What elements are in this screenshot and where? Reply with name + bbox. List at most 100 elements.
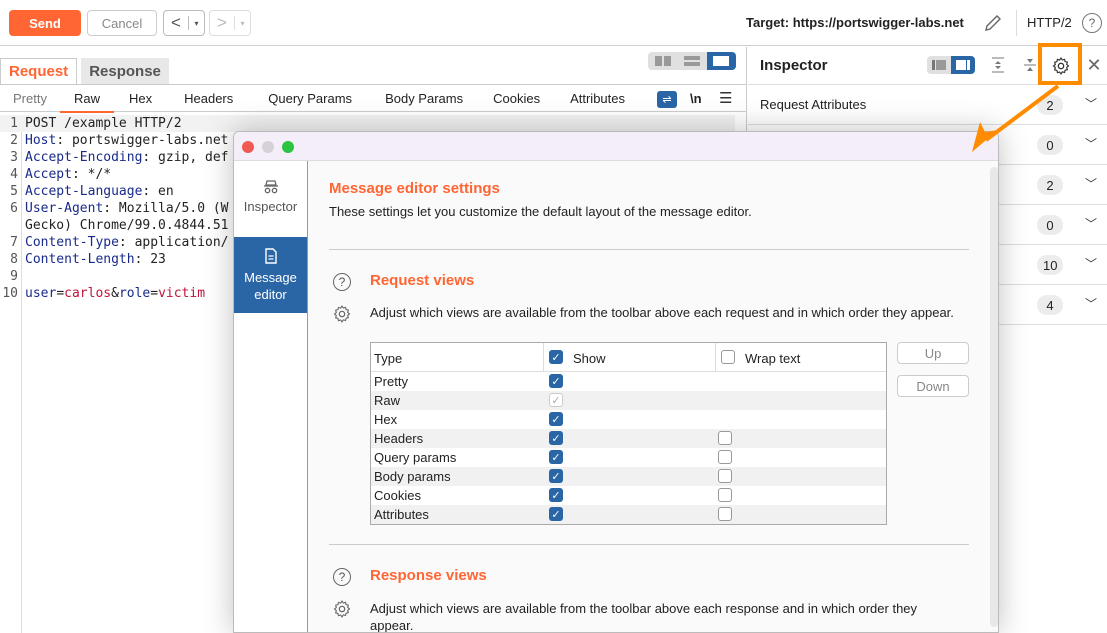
- dialog-titlebar: [234, 132, 998, 161]
- forward-arrow-icon: >: [217, 13, 227, 32]
- table-row[interactable]: Headers ✓: [371, 429, 886, 448]
- tab-cookies[interactable]: Cookies: [478, 84, 555, 112]
- cancel-button[interactable]: Cancel: [87, 10, 157, 36]
- show-checkbox[interactable]: ✓: [549, 412, 563, 426]
- divider: [329, 544, 969, 545]
- header-key: Host: [25, 133, 57, 148]
- count-badge: 4: [1037, 295, 1063, 315]
- tab-raw[interactable]: Raw: [59, 84, 114, 113]
- header-value: : application/: [118, 235, 229, 250]
- sidebar-item-inspector[interactable]: Inspector: [234, 179, 307, 229]
- table-row[interactable]: Raw ✓: [371, 391, 886, 410]
- divider: [329, 249, 969, 250]
- dock-right-button[interactable]: [951, 56, 975, 74]
- move-up-button[interactable]: Up: [897, 342, 969, 364]
- wrap-all-checkbox[interactable]: [721, 350, 735, 364]
- minimize-window-button[interactable]: [262, 141, 274, 153]
- table-row[interactable]: Body params ✓: [371, 467, 886, 486]
- tab-response[interactable]: Response: [81, 58, 169, 84]
- help-icon[interactable]: ?: [333, 568, 351, 586]
- send-button[interactable]: Send: [9, 10, 81, 36]
- chevron-down-icon[interactable]: ﹀: [1085, 255, 1097, 272]
- show-newlines-icon[interactable]: \n: [690, 91, 702, 106]
- layout-stacked-button[interactable]: [677, 52, 706, 70]
- header-key: Accept-Language: [25, 184, 143, 199]
- maximize-window-button[interactable]: [282, 141, 294, 153]
- show-checkbox[interactable]: ✓: [549, 488, 563, 502]
- line-number: 7: [10, 235, 18, 250]
- count-badge: 10: [1037, 255, 1064, 275]
- layout-tabs-button[interactable]: [706, 52, 736, 70]
- help-icon[interactable]: ?: [1082, 13, 1102, 33]
- header-value: : gzip, def: [142, 150, 229, 165]
- show-all-checkbox[interactable]: ✓: [549, 350, 563, 364]
- sidebar-item-message-editor[interactable]: Message editor: [234, 237, 307, 313]
- inspector-section-request-attributes[interactable]: Request Attributes 2 ﹀: [748, 85, 1107, 125]
- tab-body-params[interactable]: Body Params: [370, 84, 478, 112]
- expand-all-icon[interactable]: [989, 56, 1007, 74]
- param-value: carlos: [64, 286, 112, 301]
- close-window-button[interactable]: [242, 141, 254, 153]
- show-checkbox[interactable]: ✓: [549, 431, 563, 445]
- show-checkbox[interactable]: ✓: [549, 450, 563, 464]
- line-number: 9: [10, 269, 18, 284]
- header-key: Content-Length: [25, 252, 135, 267]
- table-row[interactable]: Hex ✓: [371, 410, 886, 429]
- chevron-down-icon[interactable]: ﹀: [1085, 175, 1097, 192]
- target-label: Target: https://portswigger-labs.net: [746, 15, 964, 30]
- chevron-down-icon[interactable]: ﹀: [1085, 295, 1097, 312]
- dock-left-button[interactable]: [927, 56, 951, 74]
- forward-button[interactable]: > ▾: [209, 10, 251, 36]
- table-row[interactable]: Query params ✓: [371, 448, 886, 467]
- chevron-down-icon[interactable]: ▾: [235, 19, 250, 28]
- equals-sign: =: [56, 286, 65, 301]
- tab-hex[interactable]: Hex: [114, 84, 167, 112]
- tab-pretty[interactable]: Pretty: [0, 84, 60, 112]
- help-icon[interactable]: ?: [333, 273, 351, 291]
- tab-headers[interactable]: Headers: [167, 84, 250, 112]
- message-editor-settings-dialog: Inspector Message editor Message editor …: [233, 131, 999, 633]
- view-type-name: Hex: [374, 412, 398, 427]
- view-type-name: Raw: [374, 393, 401, 408]
- chevron-down-icon[interactable]: ﹀: [1085, 135, 1097, 152]
- wrap-text-checkbox[interactable]: [718, 469, 732, 483]
- table-row[interactable]: Pretty ✓: [371, 372, 886, 391]
- table-row[interactable]: Attributes ✓: [371, 505, 886, 524]
- sidebar-item-label: Inspector: [243, 199, 298, 214]
- line-number: 5: [10, 184, 18, 199]
- chevron-down-icon[interactable]: ▾: [189, 19, 204, 28]
- editor-tabs: Request Response: [0, 58, 169, 84]
- collapse-all-icon[interactable]: [1021, 56, 1039, 74]
- scrollbar[interactable]: [990, 167, 998, 627]
- count-badge: 2: [1037, 175, 1063, 195]
- protocol-label[interactable]: HTTP/2: [1027, 15, 1072, 30]
- section-label: Request Attributes: [760, 97, 867, 112]
- wrap-text-checkbox[interactable]: [718, 488, 732, 502]
- chevron-down-icon[interactable]: ﹀: [1085, 95, 1097, 112]
- tab-request[interactable]: Request: [0, 58, 78, 84]
- close-icon[interactable]: ✕: [1085, 55, 1103, 75]
- divider: [1016, 10, 1017, 36]
- wrap-lines-icon[interactable]: ⇌: [657, 91, 677, 108]
- edit-pencil-icon[interactable]: [982, 12, 1004, 34]
- gear-icon[interactable]: [332, 599, 352, 619]
- tab-query-params[interactable]: Query Params: [250, 84, 370, 112]
- view-type-name: Query params: [374, 450, 457, 465]
- chevron-down-icon[interactable]: ﹀: [1085, 215, 1097, 232]
- tab-attributes[interactable]: Attributes: [555, 84, 640, 112]
- show-checkbox[interactable]: ✓: [549, 374, 563, 388]
- gear-icon[interactable]: [1051, 56, 1071, 76]
- wrap-text-checkbox[interactable]: [718, 450, 732, 464]
- table-row[interactable]: Cookies ✓: [371, 486, 886, 505]
- header-value: : en: [142, 184, 174, 199]
- menu-icon[interactable]: ☰: [719, 89, 732, 107]
- show-checkbox[interactable]: ✓: [549, 507, 563, 521]
- layout-side-by-side-button[interactable]: [648, 52, 677, 70]
- view-type-name: Cookies: [374, 488, 421, 503]
- back-button[interactable]: < ▾: [163, 10, 205, 36]
- gear-icon[interactable]: [332, 304, 352, 324]
- wrap-text-checkbox[interactable]: [718, 431, 732, 445]
- move-down-button[interactable]: Down: [897, 375, 969, 397]
- show-checkbox[interactable]: ✓: [549, 469, 563, 483]
- wrap-text-checkbox[interactable]: [718, 507, 732, 521]
